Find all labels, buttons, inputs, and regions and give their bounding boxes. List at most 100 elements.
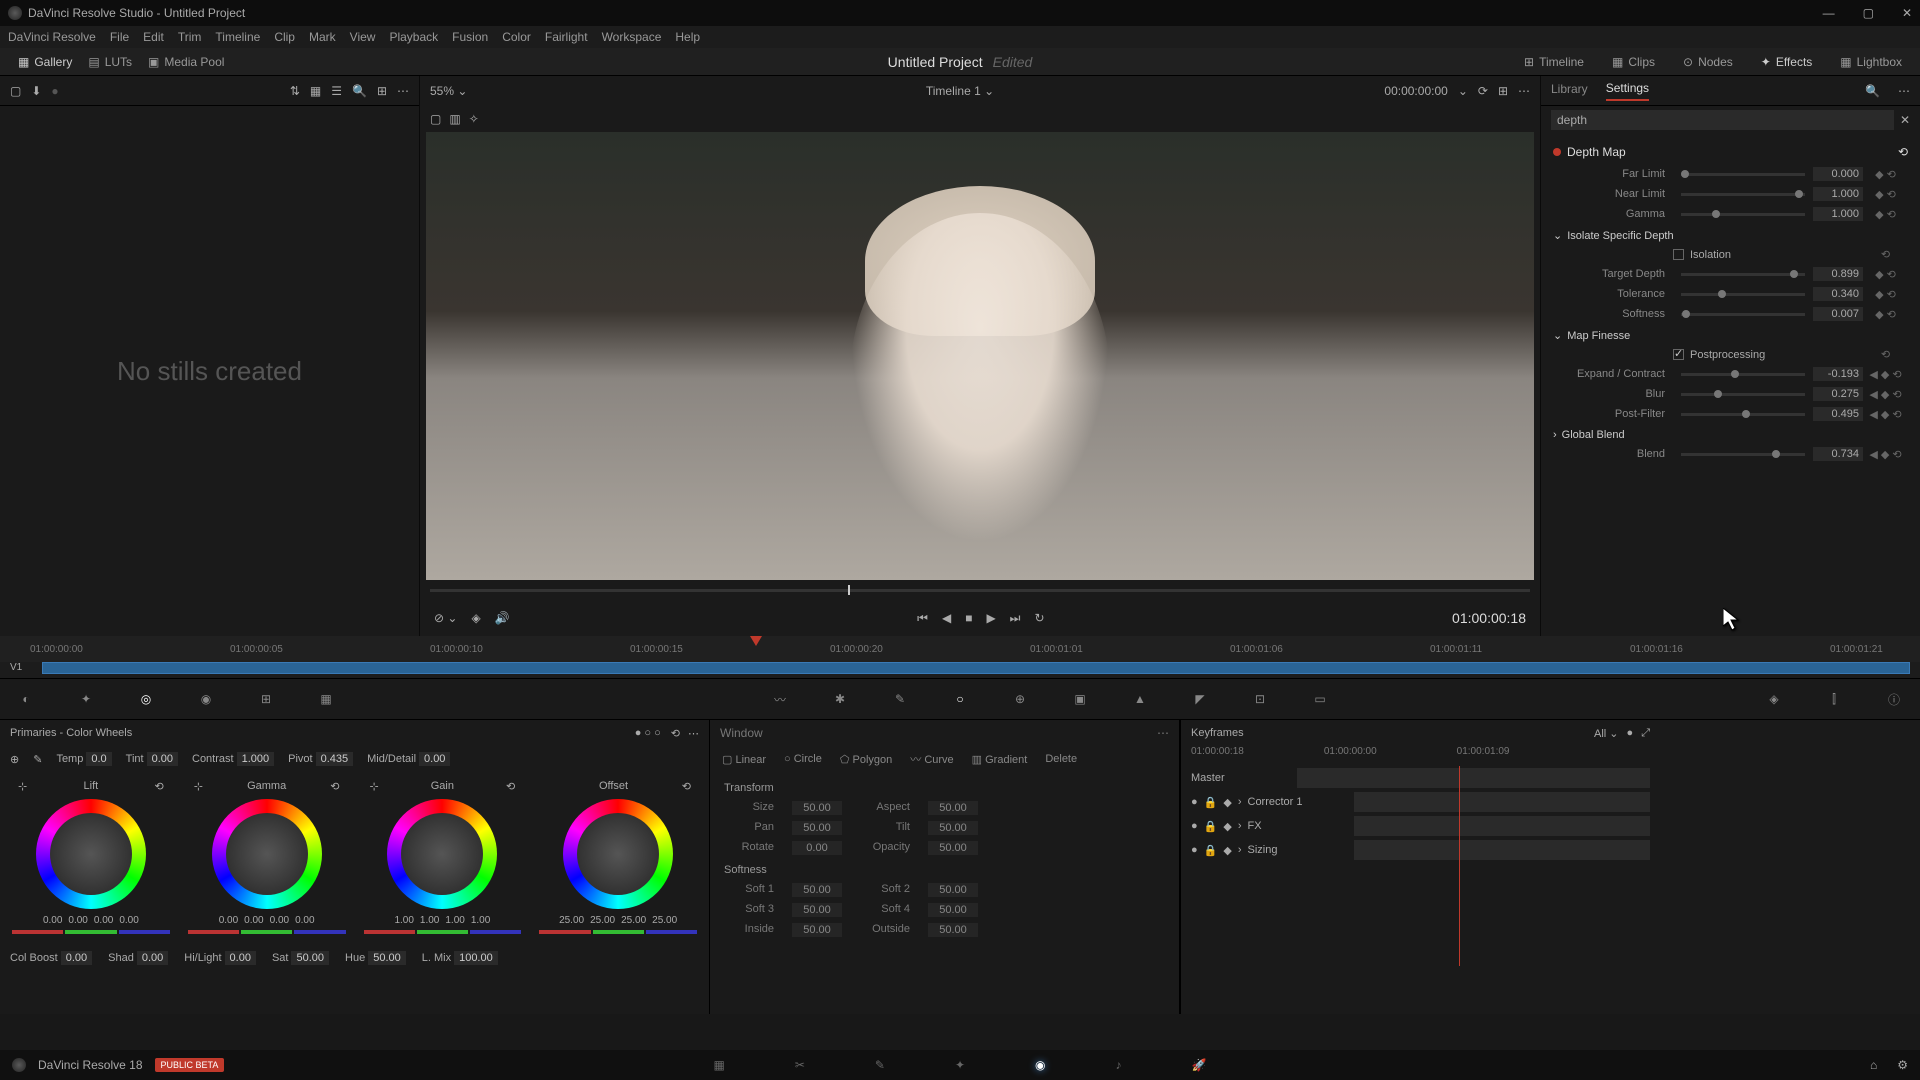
first-frame-icon[interactable]: ⏮: [917, 611, 928, 626]
more-icon[interactable]: ⋯: [1157, 726, 1169, 740]
fairlight-page-icon[interactable]: ♪: [1116, 1058, 1122, 1072]
menu-item[interactable]: Color: [502, 30, 531, 44]
cut-page-icon[interactable]: ✂: [795, 1058, 805, 1072]
media-pool-button[interactable]: ▣ Media Pool: [140, 52, 232, 72]
loop-icon[interactable]: ↻: [1034, 611, 1044, 625]
delete-button[interactable]: Delete: [1045, 753, 1077, 765]
last-frame-icon[interactable]: ⏭: [1010, 611, 1021, 626]
menu-item[interactable]: View: [350, 30, 376, 44]
scrub-bar[interactable]: [420, 580, 1540, 600]
linear-shape[interactable]: ▢ Linear: [722, 753, 766, 766]
timeline-ruler[interactable]: 01:00:00:00 01:00:00:05 01:00:00:10 01:0…: [0, 636, 1920, 662]
reset-icon[interactable]: ⟲: [155, 780, 164, 793]
gain-picker-icon[interactable]: ⊹: [370, 780, 379, 793]
more-icon[interactable]: ⋯: [1518, 84, 1530, 98]
gear-icon[interactable]: ⚙: [1897, 1058, 1908, 1072]
magic-icon[interactable]: ▣: [1069, 688, 1091, 710]
softness-slider[interactable]: [1681, 313, 1805, 316]
reset-icon[interactable]: ⟲: [330, 780, 339, 793]
nodes-button[interactable]: ⊙ Nodes: [1675, 52, 1741, 72]
color-page-icon[interactable]: ◉: [1035, 1058, 1045, 1072]
enable-dot-icon[interactable]: [1553, 148, 1561, 156]
prev-frame-icon[interactable]: ◀: [942, 611, 951, 625]
search-input[interactable]: [1551, 110, 1894, 130]
picker-icon[interactable]: ⊕: [10, 753, 19, 766]
kf-lane-sizing[interactable]: [1354, 840, 1651, 860]
isolation-checkbox[interactable]: [1673, 249, 1684, 260]
offset-wheel[interactable]: [563, 799, 673, 909]
far-limit-slider[interactable]: [1681, 173, 1805, 176]
playhead-icon[interactable]: [750, 636, 762, 646]
target-depth-slider[interactable]: [1681, 273, 1805, 276]
kf-all-dropdown[interactable]: All ⌄: [1594, 727, 1619, 740]
scopes-icon[interactable]: ⫿: [1823, 688, 1845, 710]
key-icon[interactable]: ◤: [1189, 688, 1211, 710]
map-finesse-group[interactable]: ⌄ Map Finesse: [1553, 324, 1908, 345]
wipe-icon[interactable]: ◈: [471, 611, 480, 625]
wheels-icon[interactable]: ◎: [135, 688, 157, 710]
global-blend-group[interactable]: › Global Blend: [1553, 424, 1908, 444]
menu-item[interactable]: Playback: [389, 30, 438, 44]
sizing-icon[interactable]: ⊡: [1249, 688, 1271, 710]
awb-icon[interactable]: ✎: [33, 753, 42, 766]
blur-icon[interactable]: ▲: [1129, 688, 1151, 710]
menu-item[interactable]: Fusion: [452, 30, 488, 44]
menu-item[interactable]: Fairlight: [545, 30, 588, 44]
clear-icon[interactable]: ✕: [1900, 113, 1910, 127]
maximize-icon[interactable]: ▢: [1863, 6, 1874, 20]
play-icon[interactable]: ▶: [986, 611, 995, 625]
import-icon[interactable]: ⬇: [31, 84, 41, 98]
timeline-clip[interactable]: [42, 662, 1910, 674]
menu-item[interactable]: Trim: [178, 30, 202, 44]
near-limit-slider[interactable]: [1681, 193, 1805, 196]
search-icon[interactable]: 🔍: [1865, 84, 1880, 98]
keyframe-icon[interactable]: ◈: [1763, 688, 1785, 710]
split-icon[interactable]: ▥: [449, 112, 460, 126]
timeline-name-dropdown[interactable]: Timeline 1 ⌄: [926, 84, 994, 98]
menu-item[interactable]: Help: [675, 30, 700, 44]
hdr-icon[interactable]: ◉: [195, 688, 217, 710]
lift-picker-icon[interactable]: ⊹: [18, 780, 27, 793]
zoom-dropdown[interactable]: 55% ⌄: [430, 84, 467, 98]
postprocessing-checkbox[interactable]: [1673, 349, 1684, 360]
primary-icon[interactable]: ✦: [75, 688, 97, 710]
edit-page-icon[interactable]: ✎: [875, 1058, 885, 1072]
effects-button[interactable]: ✦ Effects: [1753, 52, 1821, 72]
isolate-group[interactable]: ⌄ Isolate Specific Depth: [1553, 224, 1908, 245]
kf-lane-master[interactable]: [1297, 768, 1650, 788]
more-icon[interactable]: ⋯: [397, 84, 409, 98]
compare-icon[interactable]: ⊞: [377, 84, 387, 98]
list-icon[interactable]: ☰: [331, 84, 342, 98]
clips-button[interactable]: ▦ Clips: [1604, 52, 1663, 72]
curve-icon[interactable]: 〰: [769, 688, 791, 710]
tolerance-slider[interactable]: [1681, 293, 1805, 296]
polygon-shape[interactable]: ⬠ Polygon: [840, 753, 892, 766]
gain-wheel[interactable]: [387, 799, 497, 909]
kf-lane-corrector[interactable]: [1354, 792, 1651, 812]
wand-icon[interactable]: ✧: [469, 112, 479, 126]
menu-item[interactable]: Mark: [309, 30, 336, 44]
bypass-icon[interactable]: ⊘ ⌄: [434, 611, 457, 625]
more-icon[interactable]: ⋯: [1898, 84, 1910, 98]
3d-icon[interactable]: ▭: [1309, 688, 1331, 710]
dots-icon[interactable]: ● ○ ○: [635, 727, 661, 739]
dot-icon[interactable]: ●: [1627, 727, 1634, 739]
close-icon[interactable]: ✕: [1902, 6, 1912, 20]
mute-icon[interactable]: 🔊: [495, 611, 510, 625]
tab-settings[interactable]: Settings: [1606, 81, 1649, 101]
warper-icon[interactable]: ✱: [829, 688, 851, 710]
qualifier-icon[interactable]: ✎: [889, 688, 911, 710]
circle-shape[interactable]: ○ Circle: [784, 753, 822, 765]
stop-icon[interactable]: ■: [965, 611, 972, 625]
timecode-display[interactable]: 01:00:00:18: [1452, 610, 1526, 626]
depth-map-header[interactable]: Depth Map ⟲: [1553, 140, 1908, 164]
info-icon[interactable]: ⓘ: [1883, 688, 1905, 710]
lightbox-button[interactable]: ▦ Lightbox: [1832, 52, 1910, 72]
minimize-icon[interactable]: —: [1823, 6, 1835, 20]
reset-icon[interactable]: ⟲: [682, 780, 691, 793]
blur-slider[interactable]: [1681, 393, 1805, 396]
sidebar-toggle-icon[interactable]: ▢: [10, 84, 21, 98]
menu-item[interactable]: Workspace: [602, 30, 662, 44]
menu-item[interactable]: File: [110, 30, 129, 44]
rgb-icon[interactable]: ⊞: [255, 688, 277, 710]
